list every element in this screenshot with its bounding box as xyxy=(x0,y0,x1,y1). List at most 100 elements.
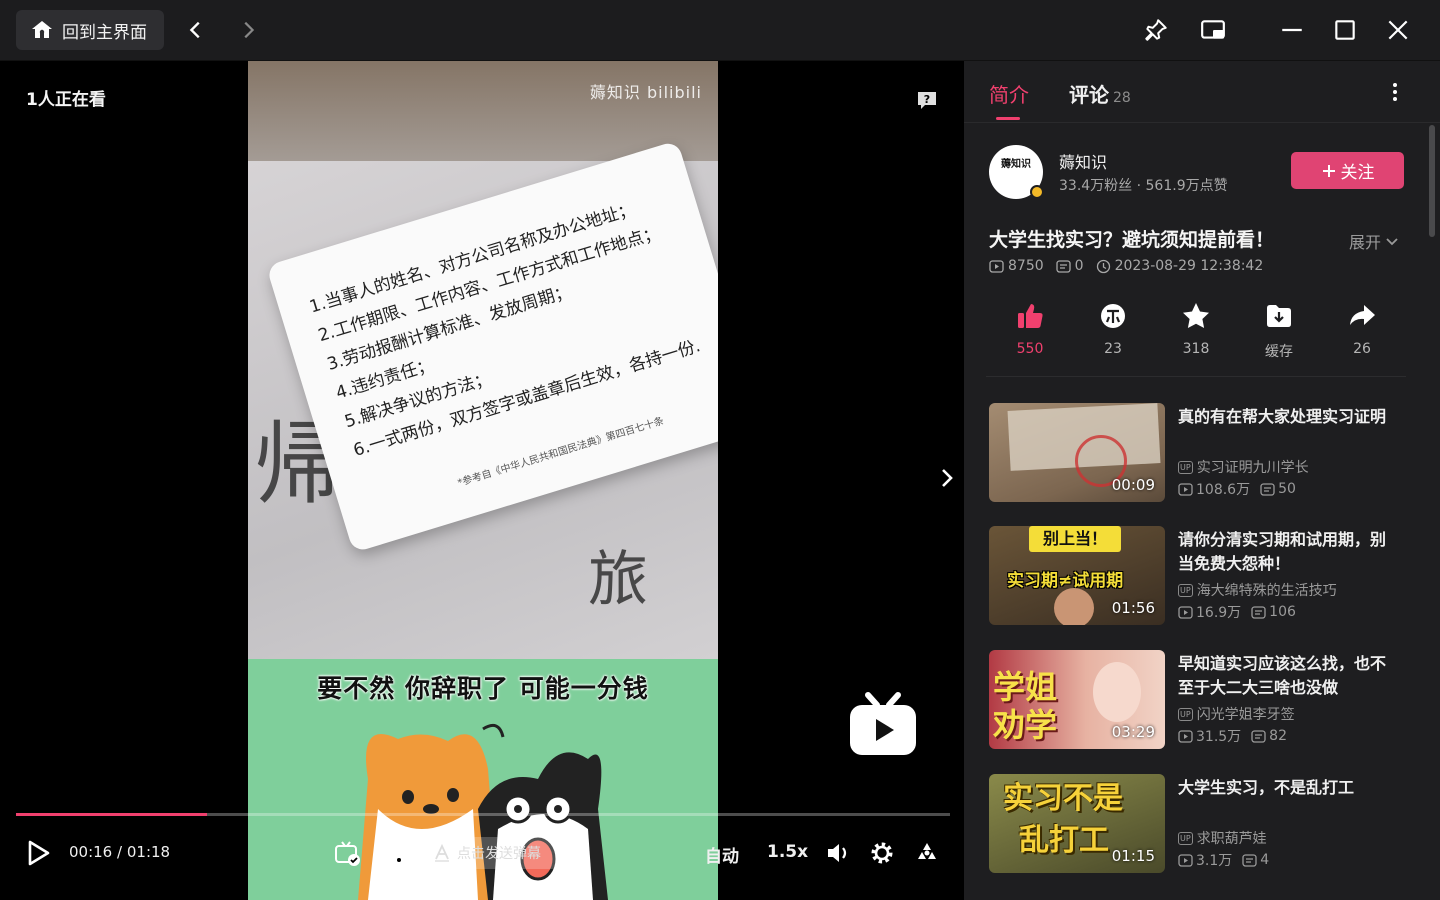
volume-button[interactable] xyxy=(824,839,852,867)
recommendation-title[interactable]: 请你分清实习期和试用期，别当免费大怨种！ xyxy=(1178,528,1400,576)
speed-button[interactable]: 1.5x xyxy=(767,842,808,862)
back-button[interactable] xyxy=(182,16,210,44)
action-bar: 550 23 318 缓存 26 xyxy=(989,301,1405,371)
pin-icon xyxy=(1145,19,1167,41)
calligraphy-decoration: 旅 xyxy=(588,545,648,615)
recommendation-uploader[interactable]: UP 求职葫芦娃 xyxy=(1178,828,1267,848)
danmaku-input[interactable]: 点击发送弹幕 xyxy=(421,837,557,869)
thumbnail-caption: 实习不是 乱打工 xyxy=(1003,778,1123,862)
settings-button[interactable] xyxy=(868,839,896,867)
share-icon xyxy=(1350,305,1375,325)
recommendation-uploader[interactable]: UP 实习证明九川学长 xyxy=(1178,457,1309,477)
danmaku-placeholder: 点击发送弹幕 xyxy=(457,846,541,862)
title-bar: 回到主界面 xyxy=(0,0,1440,61)
playback-time: 00:16 / 01:18 xyxy=(69,843,170,861)
minimize-button[interactable] xyxy=(1276,14,1308,46)
pin-button[interactable] xyxy=(1140,14,1172,46)
progress-bar[interactable] xyxy=(16,813,950,816)
svg-text:?: ? xyxy=(924,93,930,106)
recommendation-stats: 16.9万 106 xyxy=(1178,602,1296,622)
star-icon xyxy=(1183,303,1209,328)
feedback-icon[interactable]: ? xyxy=(916,89,938,111)
up-badge-icon: UP xyxy=(1178,583,1193,597)
scrollbar[interactable] xyxy=(1429,125,1435,237)
danmaku-stat: 0 xyxy=(1055,258,1084,274)
danmaku-settings-button[interactable] xyxy=(378,839,408,867)
tab-comments[interactable]: 评论 28 xyxy=(1069,79,1131,108)
like-button[interactable]: 550 xyxy=(995,301,1065,357)
recommendation-item[interactable]: 别上当！ 实习期≠试用期 01:56 请你分清实习期和试用期，别当免费大怨种！ … xyxy=(989,526,1409,626)
mini-player-icon xyxy=(1201,20,1225,39)
download-button[interactable]: 缓存 xyxy=(1244,301,1314,361)
uploader-name[interactable]: 薅知识 xyxy=(1059,149,1107,173)
uploader-label: 求职葫芦娃 xyxy=(1196,831,1267,847)
recommendation-stats: 31.5万 82 xyxy=(1178,726,1287,746)
thumbnail-caption: 实习期≠试用期 xyxy=(1007,571,1124,591)
recommendation-thumbnail[interactable]: 实习不是 乱打工 01:15 xyxy=(989,774,1165,873)
recommendation-title[interactable]: 真的有在帮大家处理实习证明 xyxy=(1178,405,1400,429)
danmaku-settings-icon xyxy=(380,841,405,866)
comments-count: 28 xyxy=(1113,90,1131,106)
play-button[interactable] xyxy=(24,840,52,866)
mini-player-button[interactable] xyxy=(1197,14,1229,46)
coin-button[interactable]: 23 xyxy=(1078,301,1148,357)
danmaku-count-icon xyxy=(1251,729,1266,743)
player-controls: 00:16 / 01:18 点击发送弹幕 自动 1.5x xyxy=(0,831,964,875)
screenshot-button[interactable] xyxy=(913,839,941,867)
close-button[interactable] xyxy=(1382,14,1414,46)
active-tab-indicator xyxy=(996,117,1020,120)
recommendation-thumbnail[interactable]: 学姐 劝学 03:29 xyxy=(989,650,1165,749)
close-icon xyxy=(1388,20,1408,40)
recommendation-uploader[interactable]: UP 闪光学姐李牙签 xyxy=(1178,704,1295,724)
share-button[interactable]: 26 xyxy=(1327,301,1397,357)
recommendation-stats: 3.1万 4 xyxy=(1178,850,1269,870)
chevron-down-icon xyxy=(1386,238,1398,246)
up-badge-icon: UP xyxy=(1178,460,1193,474)
recommendation-item[interactable]: 实习不是 乱打工 01:15 大学生实习，不是乱打工 UP 求职葫芦娃 3.1万 4 xyxy=(989,774,1409,874)
danmaku-count-icon xyxy=(1260,482,1275,496)
progress-fill xyxy=(16,813,208,816)
home-label: 回到主界面 xyxy=(62,22,147,43)
favorite-button[interactable]: 318 xyxy=(1161,301,1231,357)
danmaku-stat: 50 xyxy=(1260,481,1296,497)
home-button[interactable]: 回到主界面 xyxy=(16,10,164,50)
recommendation-item[interactable]: 00:09 真的有在帮大家处理实习证明 UP 实习证明九川学长 108.6万 50 xyxy=(989,403,1409,503)
video-player[interactable]: 1人正在看 帰 旅 薅知识 bilibili 1.当事人的姓名、对方公司名称及办… xyxy=(0,61,964,900)
video-frame[interactable]: 帰 旅 薅知识 bilibili 1.当事人的姓名、对方公司名称及办公地址； 2… xyxy=(248,61,718,900)
maximize-button[interactable] xyxy=(1329,14,1361,46)
chevron-right-icon[interactable] xyxy=(936,467,958,489)
play-count-icon xyxy=(1178,729,1193,743)
text-a-icon xyxy=(435,844,449,862)
share-count: 26 xyxy=(1353,341,1371,357)
side-panel: 简介 评论 28 薅知识 薅知识 33.4万粉丝 · 561.9万点赞 关注 大学… xyxy=(964,61,1440,900)
danmaku-count: 82 xyxy=(1269,728,1287,744)
expand-button[interactable]: 展开 xyxy=(1349,229,1399,253)
recommendation-thumbnail[interactable]: 别上当！ 实习期≠试用期 01:56 xyxy=(989,526,1165,625)
gear-icon xyxy=(871,842,893,864)
quality-button[interactable]: 自动 xyxy=(705,842,739,867)
recommendation-uploader[interactable]: UP 海大绵特殊的生活技巧 xyxy=(1178,580,1337,600)
bilibili-tv-icon[interactable] xyxy=(848,691,918,757)
views-count: 108.6万 xyxy=(1196,482,1251,498)
thumbnail-caption-line: 实习不是 xyxy=(1003,781,1123,816)
download-icon xyxy=(1267,305,1291,327)
tab-intro[interactable]: 简介 xyxy=(989,79,1029,108)
forward-button[interactable] xyxy=(234,16,262,44)
recommendation-thumbnail[interactable]: 00:09 xyxy=(989,403,1165,502)
maximize-icon xyxy=(1335,20,1355,40)
more-vertical-icon[interactable] xyxy=(1384,81,1406,103)
recommendation-title[interactable]: 早知道实习应该这么找，也不至于大二大三啥也没做 xyxy=(1178,652,1400,700)
recommendation-item[interactable]: 学姐 劝学 03:29 早知道实习应该这么找，也不至于大二大三啥也没做 UP 闪光学… xyxy=(989,650,1409,750)
danmaku-on-icon xyxy=(335,841,360,866)
chevron-left-icon xyxy=(189,21,200,39)
thumbnail-caption-line: 乱打工 xyxy=(1019,823,1109,858)
danmaku-toggle-button[interactable] xyxy=(333,839,363,867)
views-count: 31.5万 xyxy=(1196,729,1242,745)
recommendation-title[interactable]: 大学生实习，不是乱打工 xyxy=(1178,776,1400,800)
divider xyxy=(986,376,1406,377)
play-count-icon xyxy=(1178,853,1193,867)
up-badge-icon: UP xyxy=(1178,707,1193,721)
danmaku-count: 106 xyxy=(1269,604,1296,620)
video-watermark: 薅知识 bilibili xyxy=(589,83,702,102)
follow-button[interactable]: 关注 xyxy=(1291,152,1404,189)
